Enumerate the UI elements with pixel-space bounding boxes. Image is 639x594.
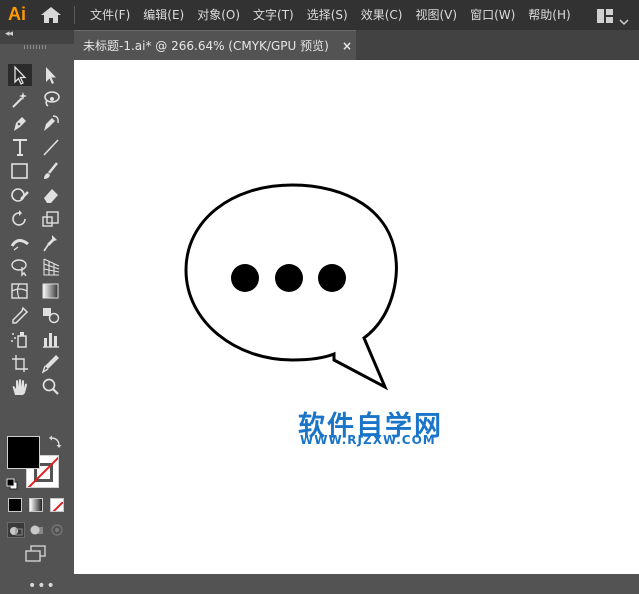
menu-view[interactable]: 视图(V) [415, 0, 457, 30]
app-logo: Ai [8, 4, 26, 24]
draw-behind-icon[interactable] [28, 522, 46, 538]
eyedropper-icon[interactable] [8, 304, 32, 326]
rectangle-tool-icon[interactable] [8, 160, 32, 182]
shaper-tool-icon[interactable] [8, 184, 32, 206]
watermark-url: WWW.RJZXW.COM [300, 433, 436, 447]
screen-mode-icon[interactable] [22, 544, 50, 564]
lasso-icon[interactable] [39, 88, 63, 110]
swap-fill-stroke-icon[interactable] [48, 434, 62, 448]
document-tab-bar: 未标题-1.ai* @ 266.64% (CMYK/GPU 预览) × [74, 30, 639, 60]
speech-bubble-artwork[interactable] [74, 60, 639, 574]
edit-toolbar-button[interactable]: ••• [28, 578, 56, 594]
shape-builder-icon[interactable] [8, 256, 32, 278]
selection-tool-icon[interactable] [8, 64, 32, 86]
menu-window[interactable]: 窗口(W) [470, 0, 515, 30]
rotate-tool-icon[interactable] [8, 208, 32, 230]
color-mode-button[interactable] [8, 498, 22, 512]
menu-bar: Ai 文件(F) 编辑(E) 对象(O) 文字(T) 选择(S) 效果(C) 视… [0, 0, 639, 30]
type-tool-icon[interactable] [8, 136, 32, 158]
fill-color-swatch[interactable] [7, 436, 40, 469]
puppet-warp-icon[interactable] [39, 232, 63, 254]
none-mode-button[interactable] [50, 498, 64, 512]
ellipsis-dot-1 [231, 264, 259, 292]
chevron-down-icon[interactable] [619, 11, 629, 26]
gradient-tool-icon[interactable] [39, 280, 63, 302]
main-menu: 文件(F) 编辑(E) 对象(O) 文字(T) 选择(S) 效果(C) 视图(V… [90, 0, 584, 30]
line-segment-tool-icon[interactable] [39, 136, 63, 158]
draw-normal-icon[interactable] [7, 522, 25, 538]
artboard-canvas[interactable]: 软件自学网 WWW.RJZXW.COM [74, 60, 639, 574]
panel-grip[interactable] [24, 45, 48, 49]
collapse-panel-icon[interactable]: ◂◂ [5, 29, 13, 39]
hand-tool-icon[interactable] [8, 376, 32, 398]
pen-tool-icon[interactable] [8, 112, 32, 134]
slice-tool-icon[interactable] [39, 352, 63, 374]
symbol-sprayer-icon[interactable] [8, 328, 32, 350]
menu-object[interactable]: 对象(O) [197, 0, 240, 30]
gradient-mode-button[interactable] [29, 498, 43, 512]
direct-selection-tool-icon[interactable] [39, 64, 63, 86]
column-graph-icon[interactable] [39, 328, 63, 350]
menu-select[interactable]: 选择(S) [307, 0, 348, 30]
mesh-tool-icon[interactable] [8, 280, 32, 302]
close-icon[interactable]: × [342, 31, 352, 61]
paintbrush-tool-icon[interactable] [39, 160, 63, 182]
scale-tool-icon[interactable] [39, 208, 63, 230]
artboard-tool-icon[interactable] [8, 352, 32, 374]
curvature-tool-icon[interactable] [39, 112, 63, 134]
menu-help[interactable]: 帮助(H) [528, 0, 570, 30]
eraser-tool-icon[interactable] [39, 184, 63, 206]
tools-panel-header: ◂◂ [0, 29, 74, 44]
perspective-grid-icon[interactable] [39, 256, 63, 278]
menu-type[interactable]: 文字(T) [253, 0, 294, 30]
tools-panel: ◂◂ ••• [0, 29, 74, 594]
zoom-tool-icon[interactable] [39, 376, 63, 398]
home-icon[interactable] [40, 6, 62, 24]
width-tool-icon[interactable] [8, 232, 32, 254]
magic-wand-icon[interactable] [8, 88, 32, 110]
menu-divider [74, 6, 75, 24]
menu-effect[interactable]: 效果(C) [361, 0, 403, 30]
blend-tool-icon[interactable] [39, 304, 63, 326]
ellipsis-dot-2 [275, 264, 303, 292]
ellipsis-dot-3 [318, 264, 346, 292]
workspace-switcher-icon[interactable] [597, 8, 613, 23]
document-tab-title: 未标题-1.ai* @ 266.64% (CMYK/GPU 预览) [83, 39, 329, 53]
menu-file[interactable]: 文件(F) [90, 0, 130, 30]
draw-inside-icon[interactable] [48, 522, 66, 538]
menu-edit[interactable]: 编辑(E) [143, 0, 184, 30]
document-tab[interactable]: 未标题-1.ai* @ 266.64% (CMYK/GPU 预览) × [74, 30, 356, 60]
default-fill-stroke-icon[interactable] [6, 475, 18, 490]
